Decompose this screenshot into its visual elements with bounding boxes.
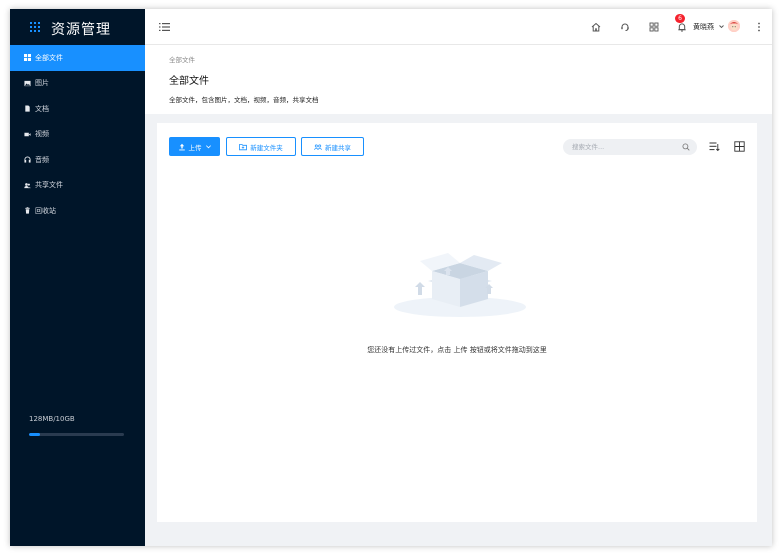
sidebar-item-trash[interactable]: 回收站 [10,198,145,224]
empty-box-illustration [394,253,526,317]
support-headset-icon[interactable] [620,22,630,32]
home-icon[interactable] [591,22,601,32]
team-share-icon [314,144,322,150]
list-view-icon[interactable] [709,141,720,152]
video-icon [23,130,31,138]
page-description: 全部文件，包含图片，文档，视频，音频，共享文档 [169,96,319,104]
upload-button-label: 上传 [188,143,202,152]
file-browser-card: 上传 新建文件夹 新建共享 搜索文件... 您还没有上传过文件，点击 上传 按钮… [157,123,757,522]
sidebar-item-documents[interactable]: 文档 [10,96,145,122]
folder-add-icon [239,143,248,150]
breadcrumb[interactable]: 全部文件 [169,54,195,64]
sidebar: 资源管理 全部文件 图片 文档 视频 音频 共享文件 回收站 128MB/10G… [10,9,145,546]
topbar: 6 黄晓燕 [145,9,772,45]
app-title: 资源管理 [51,22,111,38]
sidebar-item-label: 文档 [35,104,49,113]
document-icon [23,105,31,113]
grid-view-icon[interactable] [734,141,745,152]
empty-state-message: 您还没有上传过文件，点击 上传 按钮或将文件拖动到这里 [367,346,547,354]
new-share-button[interactable]: 新建共享 [301,137,364,156]
new-folder-button[interactable]: 新建文件夹 [226,137,296,156]
sidebar-item-label: 回收站 [35,206,56,215]
sidebar-item-label: 共享文件 [35,181,63,190]
trash-icon [23,207,31,215]
headphones-icon [23,156,31,164]
sidebar-nav: 全部文件 图片 文档 视频 音频 共享文件 回收站 [10,45,145,224]
search-input[interactable] [572,141,672,153]
sidebar-item-audio[interactable]: 音频 [10,147,145,173]
search-box [563,139,697,155]
new-share-button-label: 新建共享 [325,143,351,152]
upload-button[interactable]: 上传 [169,137,220,156]
avatar[interactable] [728,20,740,32]
new-folder-button-label: 新建文件夹 [250,143,283,152]
storage-usage-text: 128MB/10GB [29,415,75,423]
sidebar-item-label: 视频 [35,130,49,139]
sidebar-item-shared-files[interactable]: 共享文件 [10,173,145,199]
upload-icon [178,143,185,150]
chevron-down-icon[interactable] [718,23,725,30]
sidebar-item-label: 全部文件 [35,53,63,62]
app-window: 资源管理 全部文件 图片 文档 视频 音频 共享文件 回收站 128MB/10G… [10,9,772,546]
menu-toggle-icon[interactable] [159,22,170,32]
page-title: 全部文件 [169,76,209,87]
sidebar-item-label: 音频 [35,155,49,164]
bell-icon[interactable] [677,22,687,32]
grid-icon [23,54,31,62]
users-icon [23,181,31,189]
sidebar-item-videos[interactable]: 视频 [10,122,145,148]
more-vertical-icon[interactable] [757,22,761,32]
notification-badge: 6 [675,14,685,23]
chevron-down-icon [205,145,211,149]
image-icon [23,79,31,87]
sidebar-item-label: 图片 [35,79,49,88]
apps-grid-icon [30,22,40,32]
user-name[interactable]: 黄晓燕 [693,22,714,32]
storage-progress-fill [29,433,41,436]
storage-progress-bar [29,433,124,436]
apps-icon[interactable] [649,22,659,32]
sidebar-item-images[interactable]: 图片 [10,71,145,97]
brand: 资源管理 [10,9,145,45]
search-icon[interactable] [682,143,690,151]
sidebar-item-all-files[interactable]: 全部文件 [10,45,145,71]
page-header: 全部文件 全部文件 全部文件，包含图片，文档，视频，音频，共享文档 [145,45,772,114]
